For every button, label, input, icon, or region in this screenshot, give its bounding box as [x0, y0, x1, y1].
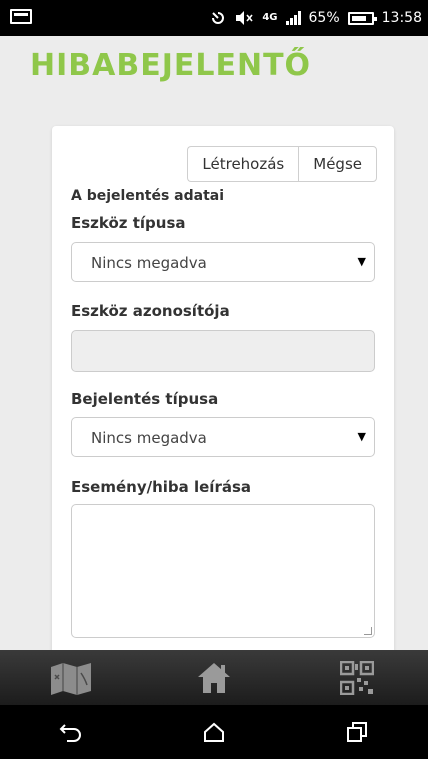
- home-icon: [197, 662, 230, 693]
- create-button[interactable]: Létrehozás: [187, 146, 299, 182]
- system-recents-button[interactable]: [327, 712, 387, 752]
- dropdown-arrow-icon: ▼: [357, 255, 366, 268]
- map-button[interactable]: [41, 653, 101, 703]
- device-type-value: Nincs megadva: [91, 254, 207, 272]
- network-type-icon: 4G: [262, 12, 278, 23]
- form-actions: Létrehozás Mégse: [187, 146, 377, 182]
- clock: 13:58: [381, 10, 422, 26]
- home-button[interactable]: [184, 653, 244, 703]
- device-type-label: Eszköz típusa: [71, 214, 186, 232]
- dropdown-arrow-icon: ▼: [357, 430, 366, 443]
- section-title: A bejelentés adatai: [71, 188, 225, 204]
- cancel-button[interactable]: Mégse: [298, 146, 377, 182]
- report-type-value: Nincs megadva: [91, 429, 207, 447]
- bottom-nav: [0, 650, 428, 705]
- system-home-button[interactable]: [184, 712, 244, 752]
- system-nav-bar: [0, 705, 428, 759]
- signal-icon: [285, 11, 301, 25]
- report-type-select[interactable]: Nincs megadva ▼: [71, 417, 375, 457]
- resize-handle-icon[interactable]: [364, 627, 372, 635]
- mute-icon: [236, 11, 253, 25]
- system-back-button[interactable]: [41, 712, 101, 752]
- screenshot-notification-icon: [10, 9, 32, 24]
- recent-apps-icon: [346, 722, 367, 742]
- device-id-input[interactable]: [71, 330, 375, 372]
- app-title: HIBABEJELENTŐ: [30, 48, 312, 83]
- rotation-icon: [212, 12, 225, 24]
- battery-percent: 65%: [308, 10, 340, 26]
- status-icons: 4G 65% 13:58: [210, 9, 422, 27]
- qr-scan-button[interactable]: [327, 653, 387, 703]
- qr-code-icon: [339, 660, 374, 695]
- device-type-select[interactable]: Nincs megadva ▼: [71, 242, 375, 282]
- report-form-card: Létrehozás Mégse A bejelentés adatai Esz…: [52, 126, 394, 650]
- page: HIBABEJELENTŐ Létrehozás Mégse A bejelen…: [0, 36, 428, 650]
- map-icon: [51, 662, 92, 695]
- report-type-label: Bejelentés típusa: [71, 390, 219, 408]
- description-textarea[interactable]: [71, 504, 375, 638]
- description-label: Esemény/hiba leírása: [71, 478, 252, 496]
- battery-icon: [347, 11, 377, 25]
- status-bar: 4G 65% 13:58: [0, 0, 428, 36]
- home-outline-icon: [203, 722, 224, 742]
- back-icon: [59, 724, 82, 742]
- device-id-label: Eszköz azonosítója: [71, 302, 230, 320]
